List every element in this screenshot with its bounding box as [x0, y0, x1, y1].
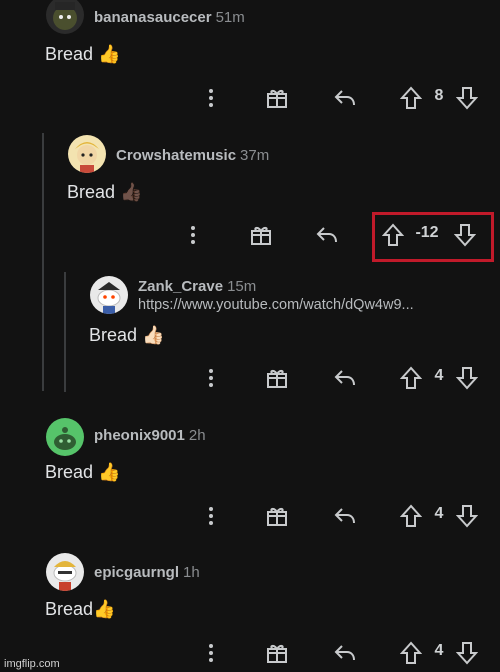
more-vertical-icon[interactable]	[178, 220, 208, 250]
gift-icon[interactable]	[262, 501, 292, 531]
comment-body: Bread 👍🏿	[67, 182, 143, 202]
downvote-arrow-icon[interactable]	[452, 638, 482, 668]
username[interactable]: epicgaurngl 1h	[94, 564, 200, 581]
vote-score: 8	[434, 87, 444, 104]
thumbs-up-emoji: 👍	[98, 462, 121, 482]
username[interactable]: bananasaucecer 51m	[94, 9, 245, 26]
more-vertical-icon[interactable]	[196, 83, 226, 113]
avatar[interactable]	[46, 0, 84, 34]
gift-icon[interactable]	[262, 83, 292, 113]
more-vertical-icon[interactable]	[196, 363, 226, 393]
username[interactable]: Zank_Crave 15m	[138, 278, 256, 295]
thumbs-up-emoji: 👍	[98, 44, 121, 64]
comment-actions: 4	[196, 638, 486, 668]
gift-icon[interactable]	[262, 638, 292, 668]
username[interactable]: Crowshatemusic 37m	[116, 147, 269, 164]
comment-actions: 8	[196, 83, 486, 113]
username[interactable]: pheonix9001 2h	[94, 427, 206, 444]
downvote-arrow-icon[interactable]	[452, 363, 482, 393]
downvote-arrow-icon[interactable]	[452, 83, 482, 113]
comment-body: Bread 👍	[45, 462, 121, 482]
timestamp: 15m	[227, 278, 257, 295]
comment-body: Bread 👍🏻	[89, 325, 165, 345]
comment-actions: 4	[196, 501, 486, 531]
gift-icon[interactable]	[262, 363, 292, 393]
watermark: imgflip.com	[4, 658, 60, 670]
highlight-box	[372, 212, 494, 262]
thumbs-up-emoji: 👍🏻	[142, 325, 165, 345]
reply-icon[interactable]	[330, 501, 360, 531]
avatar[interactable]	[90, 276, 128, 314]
reply-icon[interactable]	[330, 83, 360, 113]
vote-score: 4	[434, 505, 444, 522]
reply-icon[interactable]	[312, 220, 342, 250]
vote-score: 4	[434, 642, 444, 659]
thumbs-up-emoji: 👍	[93, 599, 116, 619]
more-vertical-icon[interactable]	[196, 501, 226, 531]
comment-actions: 4	[196, 363, 486, 393]
reply-icon[interactable]	[330, 363, 360, 393]
downvote-arrow-icon[interactable]	[452, 501, 482, 531]
avatar[interactable]	[68, 135, 106, 173]
timestamp: 2h	[188, 427, 206, 444]
link-url[interactable]: https://www.youtube.com/watch/dQw4w9...	[138, 297, 414, 313]
timestamp: 37m	[240, 147, 270, 164]
reply-icon[interactable]	[330, 638, 360, 668]
thread-line-level1	[42, 133, 44, 391]
more-vertical-icon[interactable]	[196, 638, 226, 668]
gift-icon[interactable]	[246, 220, 276, 250]
timestamp: 51m	[215, 9, 245, 26]
vote-score: 4	[434, 367, 444, 384]
avatar[interactable]	[46, 553, 84, 591]
thumbs-up-emoji: 👍🏿	[120, 182, 143, 202]
avatar[interactable]	[46, 418, 84, 456]
comment-body: Bread 👍	[45, 44, 121, 64]
timestamp: 1h	[183, 564, 200, 581]
thread-line-level2	[64, 272, 66, 392]
comment-body: Bread👍	[45, 599, 116, 619]
